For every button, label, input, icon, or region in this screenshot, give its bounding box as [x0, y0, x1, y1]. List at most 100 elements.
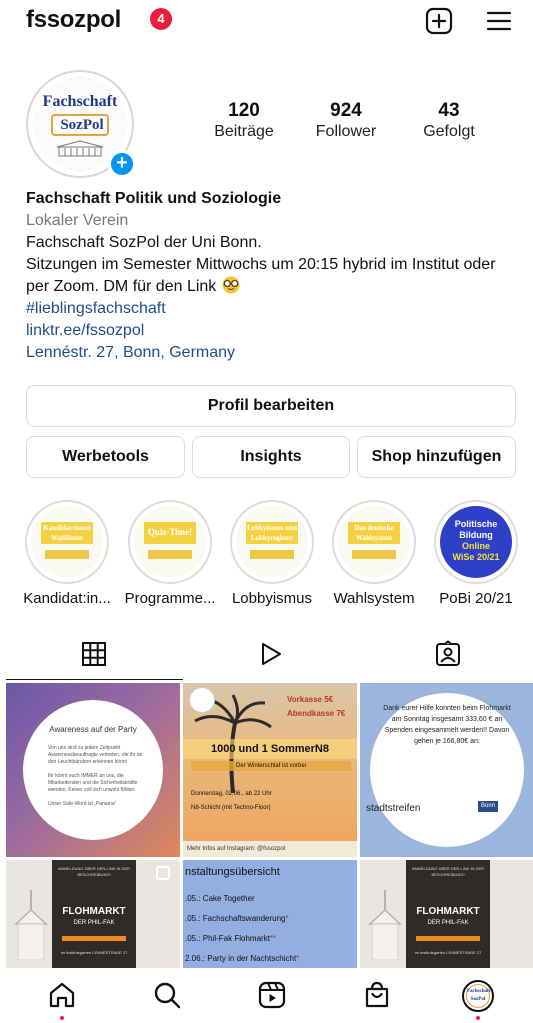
clothes-hanger-icon — [368, 890, 402, 960]
post-tile-flohmarkt-results[interactable]: Dank eurer Hilfe konnten beim Flohmarkt … — [360, 683, 533, 857]
bio-hashtag[interactable]: #lieblingsfachschaft — [26, 298, 516, 320]
flyer-address: im Institutsgarten LENNÉSTRAẞE 27 — [414, 950, 482, 955]
pobi-line4: WiSe 20/21 — [452, 552, 500, 562]
story-highlight-wahlsystem[interactable]: Das deutsche Wahlsystem Wahlsystem — [326, 500, 422, 607]
pobi-line3: Online — [461, 541, 490, 551]
home-icon[interactable] — [47, 980, 77, 1010]
menu-icon[interactable] — [484, 6, 514, 36]
ad-tools-button[interactable]: Werbetools — [26, 436, 185, 478]
flyer-title: FLOHMARKT — [416, 906, 480, 917]
highlight-cover-band — [148, 550, 192, 559]
flyer-address: im Institutsgarten LENNÉSTRAẞE 27 — [60, 950, 128, 955]
profile-category: Lokaler Verein — [26, 212, 129, 229]
schedule-row: .05.: Fachschaftswanderung* — [185, 914, 289, 923]
flyer-note: ANMELDUNG ÜBER DEN LINK IN DER BESCHREIB… — [411, 866, 484, 877]
post-prices: Vorkasse 5€ Abendkasse 7€ — [287, 693, 345, 721]
schedule-row-text: .05.: Phil-Fak Flohmarkt — [185, 934, 270, 943]
post-text: Dank eurer Hilfe konnten beim Flohmarkt … — [383, 705, 511, 745]
flyer-bar — [62, 936, 126, 941]
story-highlight-programme[interactable]: Quiz-Time! Programme... — [122, 500, 218, 607]
post-tile-flohmarkt-1[interactable]: ANMELDUNG ÜBER DEN LINK IN DER BESCHREIB… — [6, 860, 180, 968]
stat-followers-count: 924 — [330, 100, 362, 121]
schedule-row: .05.: Phil-Fak Flohmarkt** — [185, 934, 276, 943]
fachschaft-logo — [189, 687, 215, 713]
add-post-icon[interactable] — [424, 6, 454, 36]
highlight-cover: Quiz-Time! — [134, 506, 206, 578]
post-info: Donnerstag, 02.06., ab 22 Uhr N8-Schicht… — [191, 787, 272, 815]
edit-profile-button[interactable]: Profil bearbeiten — [26, 385, 516, 427]
post-footer: Mehr Infos auf Instagram: @fssozpol — [183, 841, 357, 857]
flyer: ANMELDUNG ÜBER DEN LINK IN DER BESCHREIB… — [406, 860, 490, 968]
post-text-item: Ihr könnt euch IMMER an uns, die Mitarbe… — [48, 773, 138, 793]
bio-line-1: Fachschaft SozPol der Uni Bonn. — [26, 234, 262, 251]
pobi-line2: Bildung — [459, 530, 493, 540]
story-highlight-lobbyismus[interactable]: Lobbyismus und Lobbyregister Lobbyismus — [224, 500, 320, 607]
tab-grid[interactable] — [6, 630, 183, 680]
highlight-cover: Lobbyismus und Lobbyregister — [236, 506, 308, 578]
notification-badge[interactable]: 4 — [150, 8, 172, 30]
post-tile-party[interactable]: Vorkasse 5€ Abendkasse 7€ 1000 und 1 Som… — [183, 683, 357, 857]
profile-avatar[interactable]: Fachschaft SozPol + — [26, 70, 136, 178]
stat-posts[interactable]: 120 Beiträge — [199, 100, 289, 142]
nerd-face-emoji-icon — [222, 276, 240, 294]
stat-followers[interactable]: 924 Follower — [301, 100, 391, 142]
flyer-subtitle: DER PHIL-FAK — [427, 920, 469, 926]
post-floor: N8-Schicht (mit Techno-Floor) — [191, 805, 271, 811]
bio-location[interactable]: Lennéstr. 27, Bonn, Germany — [26, 342, 516, 364]
highlight-cover-text: Kandidat:innen Wahllisten — [41, 522, 93, 544]
highlight-cover-text: Lobbyismus und Lobbyregister — [246, 522, 298, 544]
flyer-note: ANMELDUNG ÜBER DEN LINK IN DER BESCHREIB… — [57, 866, 130, 877]
tab-reels[interactable] — [183, 630, 360, 680]
post-tile-schedule[interactable]: nstaltungsübersicht .05.: Cake Together … — [183, 860, 357, 968]
avatar-logo-line2: SozPol — [60, 117, 104, 133]
add-shop-button[interactable]: Shop hinzufügen — [357, 436, 516, 478]
highlight-label: Programme... — [124, 590, 216, 607]
posts-grid: Awareness auf der Party Von uns sind zu … — [6, 683, 533, 968]
bio-link[interactable]: linktr.ee/fssozpol — [26, 320, 516, 342]
profile-username[interactable]: fssozpol — [26, 6, 121, 34]
nav-avatar-line1: Fachschaft — [467, 989, 491, 994]
post-tile-flohmarkt-2[interactable]: ANMELDUNG ÜBER DEN LINK IN DER BESCHREIB… — [360, 860, 533, 968]
schedule-row-text: .05.: Fachschaftswanderung — [185, 914, 286, 923]
story-highlight-candidates[interactable]: Kandidat:innen Wahllisten Kandidat:in... — [19, 500, 115, 607]
post-brand-stadtstreifen: stadtstreifen — [366, 803, 421, 814]
highlight-label: Wahlsystem — [333, 590, 415, 607]
post-price-2: Abendkasse 7€ — [287, 709, 346, 718]
profile-tabs — [0, 630, 533, 680]
stat-posts-label: Beiträge — [214, 123, 274, 140]
multi-post-icon — [156, 866, 170, 880]
post-title: nstaltungsübersicht — [185, 866, 280, 878]
profile-avatar-nav[interactable]: Fachschaft SozPol — [462, 980, 494, 1012]
nav-avatar-line2: SozPol — [470, 997, 486, 1002]
schedule-row-mark: * — [285, 914, 289, 923]
profile-display-name: Fachschaft Politik und Soziologie — [26, 190, 282, 207]
post-circle-bg — [23, 700, 163, 840]
reels-icon[interactable] — [257, 980, 287, 1010]
post-text-item: Von uns sind zu jedem Zeitpunkt Awarenes… — [48, 745, 143, 765]
highlight-cover-band — [250, 550, 294, 559]
schedule-row-text: 2.06.: Party in der Nachtschicht — [185, 954, 297, 963]
shop-icon[interactable] — [362, 980, 392, 1010]
highlight-label: Lobbyismus — [231, 590, 313, 607]
post-price-1: Vorkasse 5€ — [287, 695, 334, 704]
tab-tagged[interactable] — [360, 630, 533, 680]
post-title: Awareness auf der Party — [49, 725, 137, 734]
highlight-cover-text: Politische Bildung Online WiSe 20/21 — [440, 519, 512, 563]
add-story-plus-icon[interactable]: + — [108, 150, 136, 178]
stat-following-count: 43 — [438, 100, 460, 121]
stat-following[interactable]: 43 Gefolgt — [404, 100, 494, 142]
avatar-logo-box: SozPol — [51, 114, 109, 136]
profile-bio: Fachschaft Politik und Soziologie Lokale… — [26, 188, 516, 364]
bio-line-2-text: Sitzungen im Semester Mittwochs um 20:15… — [26, 256, 496, 295]
highlight-cover-text: Das deutsche Wahlsystem — [348, 522, 400, 544]
stat-posts-count: 120 — [228, 100, 260, 121]
insights-button[interactable]: Insights — [192, 436, 350, 478]
highlight-ring: Kandidat:innen Wahllisten — [25, 500, 109, 584]
story-highlight-pobi[interactable]: Politische Bildung Online WiSe 20/21 PoB… — [428, 500, 524, 607]
post-tile-awareness[interactable]: Awareness auf der Party Von uns sind zu … — [6, 683, 180, 857]
schedule-row: .05.: Cake Together — [185, 894, 255, 903]
stat-followers-label: Follower — [315, 123, 377, 140]
search-icon[interactable] — [152, 980, 182, 1010]
highlight-cover: Das deutsche Wahlsystem — [338, 506, 410, 578]
post-text-item: Unser Safe-Word ist „Panama“ — [48, 801, 117, 807]
